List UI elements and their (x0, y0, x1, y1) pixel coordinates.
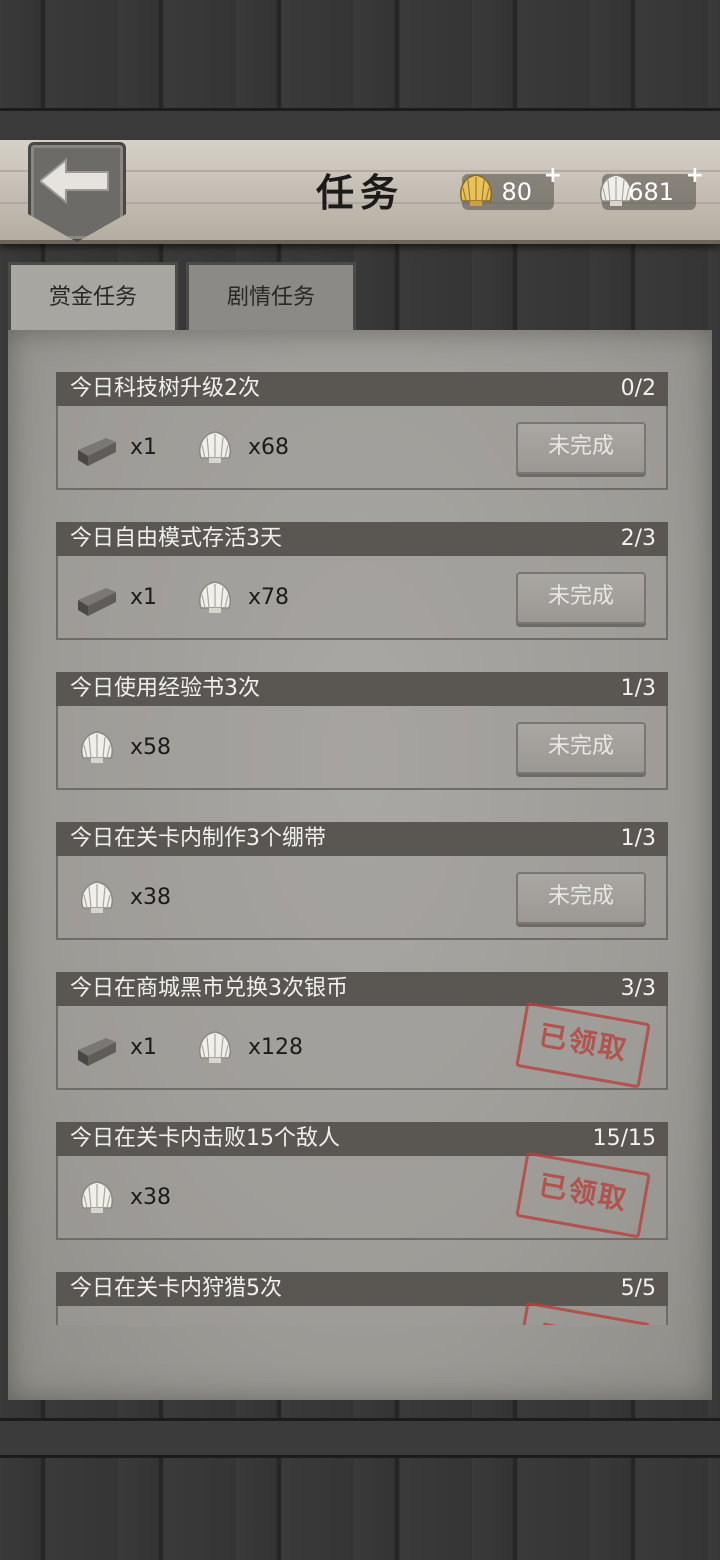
plank-icon (78, 1038, 116, 1066)
task-progress: 0/2 (620, 376, 656, 401)
task-progress: 1/3 (620, 676, 656, 701)
tab-label: 赏金任务 (48, 285, 137, 310)
task-progress: 5/5 (620, 1276, 656, 1301)
incomplete-button[interactable]: 未完成 (516, 872, 646, 924)
task-header: 今日在关卡内击败15个敌人 15/15 (56, 1122, 668, 1156)
task-header: 今日在关卡内狩猎5次 5/5 (56, 1272, 668, 1306)
task-progress: 3/3 (620, 976, 656, 1001)
reward-quantity: x1 (130, 435, 158, 460)
task-progress: 15/15 (592, 1126, 656, 1151)
task-progress: 1/3 (620, 826, 656, 851)
task-header: 今日自由模式存活3天 2/3 (56, 522, 668, 556)
task-card: 今日使用经验书3次 1/3 x58 未完成 (56, 672, 668, 790)
silver-shell-icon (199, 431, 231, 463)
plank-icon (78, 438, 116, 466)
claimed-stamp: 已领取 (515, 1151, 651, 1239)
task-body: x38 未完成 (56, 856, 668, 940)
reward-quantity: x128 (248, 1035, 304, 1060)
task-card: 今日科技树升级2次 0/2 x1 x68 未完成 (56, 372, 668, 490)
gold-shell-icon (460, 174, 492, 206)
task-title: 今日在关卡内击败15个敌人 (70, 1126, 340, 1151)
task-card: 今日在关卡内狩猎5次 5/5 已领取 (56, 1272, 668, 1325)
task-header: 今日科技树升级2次 0/2 (56, 372, 668, 406)
reward-quantity: x68 (248, 435, 290, 460)
silver-currency-display[interactable]: 681 + (600, 163, 704, 210)
task-body: x1 x128 已领取 (56, 1001, 668, 1090)
silver-shell-icon (81, 731, 113, 763)
task-card: 今日在关卡内制作3个绷带 1/3 x38 未完成 (56, 822, 668, 940)
reward-quantity: x1 (130, 1035, 158, 1060)
tab-label: 剧情任务 (226, 285, 315, 310)
task-header: 今日使用经验书3次 1/3 (56, 672, 668, 706)
reward-quantity: x38 (130, 885, 172, 910)
incomplete-button[interactable]: 未完成 (516, 722, 646, 774)
gold-amount: 80 (501, 178, 532, 206)
task-header: 今日在商城黑市兑换3次银币 3/3 (56, 972, 668, 1006)
page-title: 任务 (315, 170, 404, 215)
task-list[interactable]: 今日科技树升级2次 0/2 x1 x68 未完成 今日自由模式存活3天 2/3 … (8, 330, 712, 1325)
task-title: 今日在关卡内狩猎5次 (70, 1276, 282, 1301)
task-card: 今日自由模式存活3天 2/3 x1 x78 未完成 (56, 522, 668, 640)
plank-icon (78, 588, 116, 616)
task-body: x1 x78 未完成 (56, 556, 668, 640)
incomplete-button[interactable]: 未完成 (516, 422, 646, 474)
task-title: 今日使用经验书3次 (70, 676, 260, 701)
silver-shell-icon (81, 881, 113, 913)
reward-quantity: x58 (130, 735, 172, 760)
tab-story-tasks[interactable]: 剧情任务 (186, 262, 356, 330)
add-gold-button[interactable]: + (544, 158, 562, 194)
task-body: x38 已领取 (56, 1151, 668, 1240)
silver-shell-icon (81, 1181, 113, 1213)
bottom-beam (0, 1418, 720, 1458)
task-card: 今日在商城黑市兑换3次银币 3/3 x1 x128 已领取 (56, 972, 668, 1090)
task-header: 今日在关卡内制作3个绷带 1/3 (56, 822, 668, 856)
reward-quantity: x38 (130, 1185, 172, 1210)
claimed-stamp: 已领取 (515, 1001, 651, 1089)
silver-amount: 681 (628, 178, 674, 206)
task-card: 今日在关卡内击败15个敌人 15/15 x38 已领取 (56, 1122, 668, 1240)
gold-currency-display[interactable]: 80 + (460, 163, 562, 210)
add-silver-button[interactable]: + (686, 158, 704, 194)
task-title: 今日在商城黑市兑换3次银币 (70, 976, 348, 1001)
task-body: 已领取 (56, 1301, 668, 1325)
task-title: 今日在关卡内制作3个绷带 (70, 826, 326, 851)
back-arrow-icon[interactable] (40, 158, 110, 204)
claimed-stamp: 已领取 (515, 1301, 651, 1325)
task-body: x1 x68 未完成 (56, 406, 668, 490)
reward-quantity: x1 (130, 585, 158, 610)
reward-quantity: x78 (248, 585, 290, 610)
tab-bounty-tasks[interactable]: 赏金任务 (8, 262, 178, 330)
task-title: 今日自由模式存活3天 (70, 526, 282, 551)
silver-shell-icon (199, 1031, 231, 1063)
silver-shell-icon (199, 581, 231, 613)
task-body: x58 未完成 (56, 706, 668, 790)
incomplete-button[interactable]: 未完成 (516, 572, 646, 624)
task-progress: 2/3 (620, 526, 656, 551)
task-title: 今日科技树升级2次 (70, 376, 260, 401)
